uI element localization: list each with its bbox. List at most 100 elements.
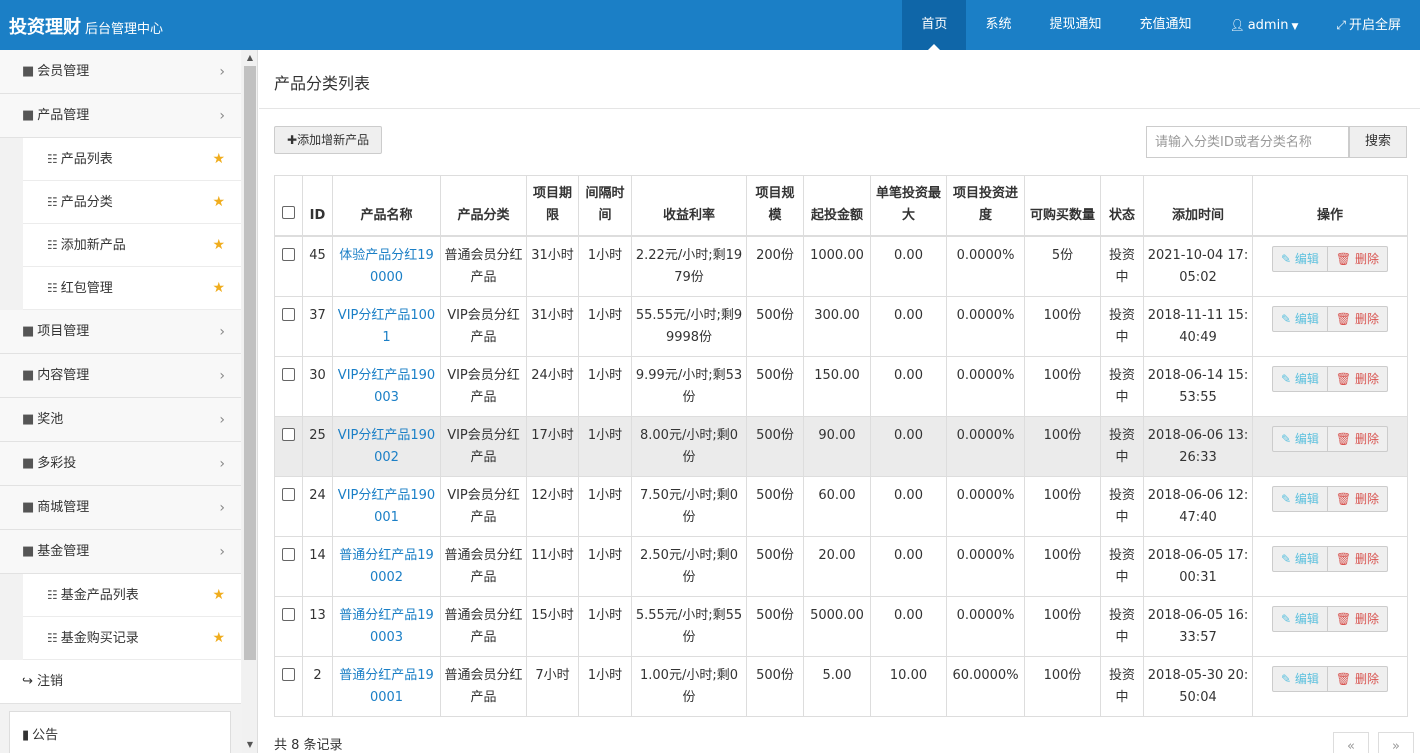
add-product-button[interactable]: ✚添加增新产品: [274, 126, 383, 154]
row-checkbox[interactable]: [282, 247, 295, 261]
delete-button[interactable]: 🗑︎ 删除: [1327, 425, 1388, 452]
delete-label: 删除: [1354, 611, 1379, 626]
cell-select: [274, 235, 303, 297]
cell-quantity: 100份: [1024, 595, 1101, 657]
edit-button[interactable]: ✎ 编辑: [1272, 545, 1328, 572]
edit-button[interactable]: ✎ 编辑: [1272, 305, 1328, 332]
sidebar-item-projects[interactable]: ■ 项目管理 ›: [0, 310, 241, 354]
edit-button[interactable]: ✎ 编辑: [1272, 665, 1328, 692]
sidebar-item-members[interactable]: ■ 会员管理 ›: [0, 50, 241, 94]
cell-rate: 55.55元/小时;剩99998份: [631, 295, 747, 357]
delete-label: 删除: [1354, 431, 1379, 446]
cell-interval: 1小时: [578, 235, 632, 297]
edit-label: 编辑: [1294, 371, 1319, 386]
sidebar-sub-product-category[interactable]: ☷ 产品分类 ★: [23, 181, 241, 224]
cell-select: [274, 295, 303, 357]
cell-added-time: 2018-06-05 17:00:31: [1143, 535, 1253, 597]
cell-progress: 60.0000%: [946, 655, 1025, 717]
delete-button[interactable]: 🗑︎ 删除: [1327, 245, 1388, 272]
edit-button[interactable]: ✎ 编辑: [1272, 425, 1328, 452]
cell-progress: 0.0000%: [946, 475, 1025, 537]
cell-added-time: 2018-05-30 20:50:04: [1143, 655, 1253, 717]
select-all-checkbox[interactable]: [282, 205, 295, 219]
search-input[interactable]: [1146, 126, 1349, 158]
scroll-up-arrow-icon[interactable]: ▲: [242, 50, 257, 66]
product-category-table: ID 产品名称 产品分类 项目期限 间隔时间 收益利率 项目规模 起投金额 单笔…: [274, 175, 1408, 717]
sidebar-sub-fund-products[interactable]: ☷ 基金产品列表 ★: [23, 574, 241, 617]
delete-button[interactable]: 🗑︎ 删除: [1327, 485, 1388, 512]
sidebar-item-funds[interactable]: ■ 基金管理 ›: [0, 530, 241, 574]
cell-scale: 500份: [746, 535, 804, 597]
product-name-link[interactable]: 普通分红产品190001: [339, 668, 434, 705]
column-header: ID: [302, 175, 333, 237]
sidebar-sub-label: 基金产品列表: [60, 588, 139, 603]
column-header: 操作: [1252, 175, 1408, 237]
divider: [259, 108, 1420, 109]
sidebar-sub-product-list[interactable]: ☷ 产品列表 ★: [23, 138, 241, 181]
row-checkbox[interactable]: [282, 487, 295, 501]
pager-next-button[interactable]: »: [1378, 732, 1414, 753]
row-checkbox[interactable]: [282, 307, 295, 321]
row-checkbox[interactable]: [282, 667, 295, 681]
product-name-link[interactable]: VIP分红产品190001: [338, 488, 435, 525]
sidebar-scrollbar[interactable]: ▲ ▼: [242, 50, 257, 753]
sidebar-menu: ■ 会员管理 › ■ 产品管理 › ☷ 产品列表 ★ ☷ 产品分类 ★ ☷ 添加新产品 ★ ☷ 红包管…: [0, 50, 241, 704]
nav-withdraw-notice[interactable]: 提现通知: [1030, 0, 1120, 50]
pager-prev-button[interactable]: «: [1333, 732, 1369, 753]
delete-label: 删除: [1354, 371, 1379, 386]
edit-button[interactable]: ✎ 编辑: [1272, 485, 1328, 512]
nav-system[interactable]: 系统: [966, 0, 1030, 50]
edit-button[interactable]: ✎ 编辑: [1272, 605, 1328, 632]
product-name-link[interactable]: 普通分红产品190002: [339, 548, 434, 585]
sidebar-logout[interactable]: ↪ 注销: [0, 660, 241, 704]
sidebar-item-content[interactable]: ■ 内容管理 ›: [0, 354, 241, 398]
table-row: 25 VIP分红产品190002 VIP会员分红产品 17小时 1小时 8.00元/小时;…: [274, 415, 1408, 477]
sidebar-sub-fund-purchases[interactable]: ☷ 基金购买记录 ★: [23, 617, 241, 660]
row-checkbox[interactable]: [282, 607, 295, 621]
delete-button[interactable]: 🗑︎ 删除: [1327, 365, 1388, 392]
product-name-link[interactable]: 普通分红产品190003: [339, 608, 434, 645]
row-checkbox[interactable]: [282, 367, 295, 381]
delete-button[interactable]: 🗑︎ 删除: [1327, 305, 1388, 332]
row-checkbox[interactable]: [282, 547, 295, 561]
delete-button[interactable]: 🗑︎ 删除: [1327, 545, 1388, 572]
sidebar-item-prize-pool[interactable]: ■ 奖池 ›: [0, 398, 241, 442]
pagination: « »: [1324, 732, 1414, 753]
column-header: 项目规模: [746, 175, 804, 237]
edit-button[interactable]: ✎ 编辑: [1272, 245, 1328, 272]
sidebar-sub-red-packet[interactable]: ☷ 红包管理 ★: [23, 267, 241, 310]
sitemap-icon: ☷: [47, 631, 58, 645]
sidebar-sub-add-product[interactable]: ☷ 添加新产品 ★: [23, 224, 241, 267]
trash-icon: 🗑︎: [1335, 371, 1352, 386]
nav-home[interactable]: 首页: [902, 0, 967, 50]
cell-added-time: 2018-06-14 15:53:55: [1143, 355, 1253, 417]
star-icon: ★: [212, 237, 225, 253]
sidebar-item-mall[interactable]: ■ 商城管理 ›: [0, 486, 241, 530]
column-header: 添加时间: [1143, 175, 1253, 237]
edit-button[interactable]: ✎ 编辑: [1272, 365, 1328, 392]
cell-term: 24小时: [526, 355, 579, 417]
row-actions: ✎ 编辑 🗑︎ 删除: [1256, 545, 1404, 572]
scroll-thumb[interactable]: [244, 66, 256, 660]
sidebar-item-products[interactable]: ■ 产品管理 ›: [0, 94, 241, 138]
product-name-link[interactable]: VIP分红产品190002: [338, 428, 435, 465]
product-name-link[interactable]: 体验产品分红190000: [339, 248, 434, 285]
scroll-down-arrow-icon[interactable]: ▼: [242, 737, 257, 753]
product-name-link[interactable]: VIP分红产品190003: [338, 368, 435, 405]
main-content: 产品分类列表 ✚添加增新产品 搜索 ID 产品名称 产品分类 项目期限 间隔时间…: [259, 50, 1420, 753]
chevron-right-icon: ›: [219, 456, 225, 472]
table-body: 45 体验产品分红190000 普通会员分红产品 31小时 1小时 2.22元/小时;剩1…: [274, 235, 1408, 717]
star-icon: ★: [212, 194, 225, 210]
sidebar-item-duocaitou[interactable]: ■ 多彩投 ›: [0, 442, 241, 486]
product-name-link[interactable]: VIP分红产品1001: [338, 308, 435, 345]
nav-fullscreen[interactable]: ⤢ 开启全屏: [1317, 0, 1420, 50]
cell-scale: 500份: [746, 655, 804, 717]
delete-button[interactable]: 🗑︎ 删除: [1327, 605, 1388, 632]
cell-min-investment: 150.00: [803, 355, 871, 417]
search-button[interactable]: 搜索: [1349, 126, 1407, 158]
chevron-right-icon: ›: [219, 64, 225, 80]
nav-recharge-notice[interactable]: 充值通知: [1120, 0, 1210, 50]
row-checkbox[interactable]: [282, 427, 295, 441]
nav-user-menu[interactable]: 👤︎ admin ▼: [1210, 0, 1317, 50]
delete-button[interactable]: 🗑︎ 删除: [1327, 665, 1388, 692]
